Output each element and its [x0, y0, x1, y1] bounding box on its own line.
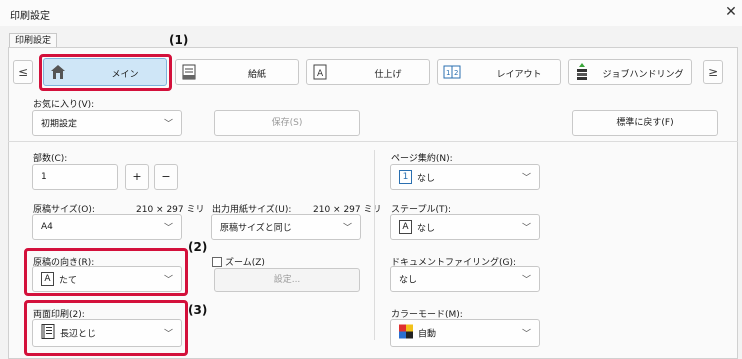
staple-none-icon: A [399, 220, 412, 234]
next-segment-button[interactable]: ≥ [703, 60, 723, 84]
doc-filing-value: なし [399, 275, 418, 286]
favorites-value: 初期設定 [41, 119, 78, 130]
annotation-box-3 [24, 300, 188, 356]
color-mode-value: 自動 [418, 329, 437, 340]
annotation-box-2 [24, 248, 188, 296]
original-size-select[interactable]: A4 ﹀ [32, 214, 182, 240]
pages-per-sheet-label: ページ集約(N): [391, 154, 453, 164]
copies-increment-button[interactable]: + [125, 164, 149, 190]
reset-defaults-button[interactable]: 標準に戻す(F) [572, 110, 718, 136]
svg-text:1: 1 [446, 69, 450, 77]
favorites-select[interactable]: 初期設定 ﹀ [32, 110, 182, 136]
annotation-3: (3) [188, 303, 208, 317]
favorites-label: お気に入り(V): [33, 100, 95, 110]
zoom-label: ズーム(Z) [225, 258, 265, 268]
output-size-select[interactable]: 原稿サイズと同じ ﹀ [211, 214, 361, 240]
pages-per-sheet-value: なし [417, 173, 436, 184]
prev-segment-button[interactable]: ≤ [13, 60, 33, 84]
output-size-value: 原稿サイズと同じ [220, 223, 292, 234]
page-one-icon: 1 [399, 170, 412, 184]
zoom-checkbox[interactable] [212, 256, 222, 267]
chevron-down-icon: ﹀ [342, 223, 352, 234]
tab-print-settings[interactable]: 印刷設定 [9, 33, 58, 48]
svg-text:A: A [317, 69, 324, 79]
annotation-1: (1) [169, 33, 189, 47]
finishing-icon: A [313, 64, 327, 83]
segment-label: 仕上げ [374, 70, 402, 80]
color-auto-icon [399, 324, 413, 342]
window-title: 印刷設定 [10, 11, 50, 22]
copies-label: 部数(C): [33, 154, 68, 164]
zoom-checkbox-row[interactable]: ズーム(Z) [212, 255, 265, 268]
segment-finishing-button[interactable]: A 仕上げ [306, 59, 430, 85]
original-size-value: A4 [41, 222, 53, 232]
doc-filing-select[interactable]: なし ﹀ [390, 266, 540, 292]
chevron-down-icon: ﹀ [163, 119, 173, 130]
close-icon[interactable]: ✕ [722, 3, 740, 21]
job-handling-icon [575, 63, 589, 84]
title-bar [0, 0, 742, 26]
segment-paper-button[interactable]: 給紙 [175, 59, 299, 85]
svg-text:2: 2 [454, 69, 458, 77]
segment-label: レイアウト [496, 70, 542, 80]
chevron-down-icon: ﹀ [521, 329, 531, 340]
copies-value: 1 [41, 172, 47, 182]
pages-per-sheet-select[interactable]: 1 なし ﹀ [390, 164, 540, 190]
zoom-settings-button[interactable]: 設定... [214, 268, 360, 292]
annotation-box-1 [39, 54, 172, 91]
chevron-down-icon: ﹀ [521, 275, 531, 286]
segment-job-handling-button[interactable]: ジョブハンドリング [568, 59, 692, 85]
staple-value: なし [417, 223, 436, 234]
column-separator [374, 150, 375, 340]
copies-decrement-button[interactable]: − [154, 164, 178, 190]
segment-label: ジョブハンドリング [602, 70, 684, 80]
chevron-down-icon: ﹀ [521, 173, 531, 184]
paper-tray-icon [182, 64, 196, 83]
copies-input[interactable]: 1 [32, 164, 118, 190]
section-divider [8, 141, 738, 142]
color-mode-select[interactable]: 自動 ﹀ [390, 319, 540, 347]
staple-select[interactable]: A なし ﹀ [390, 214, 540, 240]
layout-icon: 12 [443, 65, 461, 82]
chevron-down-icon: ﹀ [521, 223, 531, 234]
chevron-down-icon: ﹀ [163, 223, 173, 234]
segment-label: 給紙 [247, 70, 266, 80]
segment-layout-button[interactable]: 12 レイアウト [437, 59, 561, 85]
annotation-2: (2) [188, 240, 208, 254]
save-favorites-button[interactable]: 保存(S) [214, 110, 360, 136]
